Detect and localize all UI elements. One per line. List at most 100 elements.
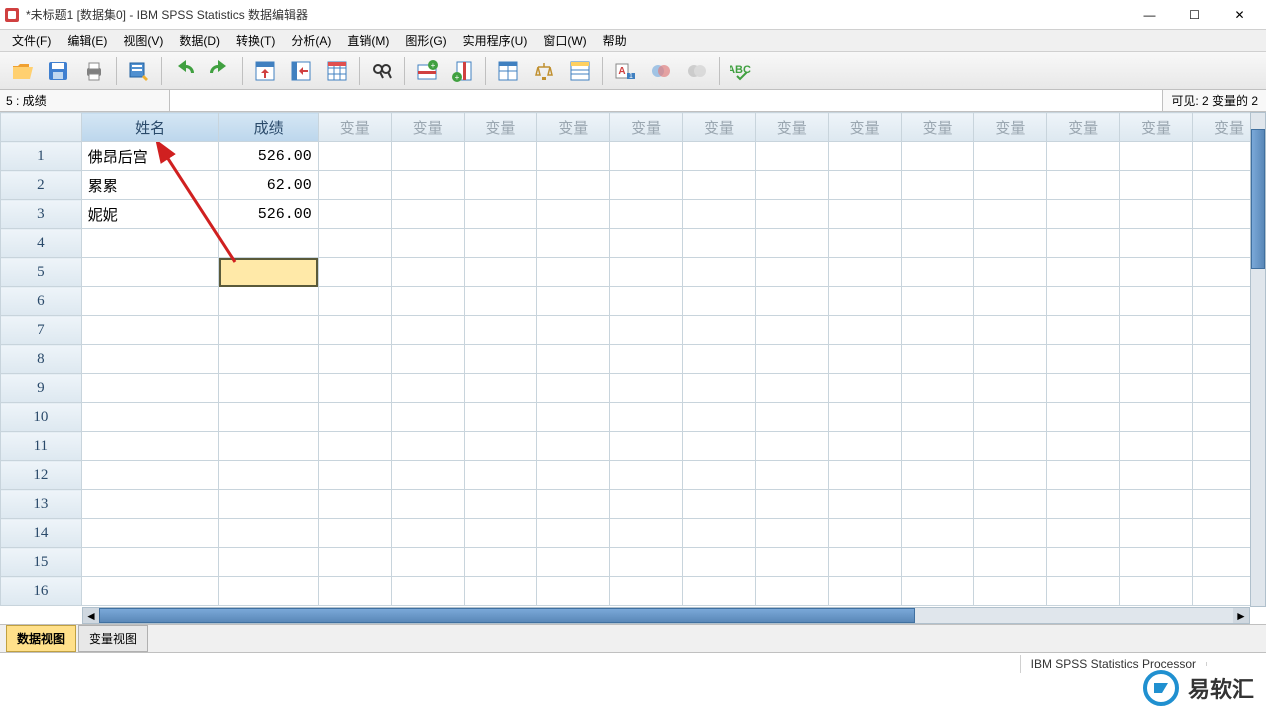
cell-empty[interactable] bbox=[610, 374, 683, 403]
cell-empty[interactable] bbox=[318, 577, 391, 606]
cell-empty[interactable] bbox=[391, 316, 464, 345]
redo-button[interactable] bbox=[204, 55, 236, 87]
cell-empty[interactable] bbox=[610, 548, 683, 577]
cell-score[interactable] bbox=[219, 229, 318, 258]
print-button[interactable] bbox=[78, 55, 110, 87]
table-row[interactable]: 10 bbox=[1, 403, 1266, 432]
cell-empty[interactable] bbox=[901, 374, 974, 403]
cell-empty[interactable] bbox=[464, 577, 537, 606]
cell-empty[interactable] bbox=[683, 258, 756, 287]
cell-score[interactable] bbox=[219, 548, 318, 577]
maximize-button[interactable]: ☐ bbox=[1172, 0, 1217, 29]
cell-score[interactable] bbox=[219, 490, 318, 519]
cell-empty[interactable] bbox=[974, 519, 1047, 548]
menu-graphs[interactable]: 图形(G) bbox=[397, 30, 454, 51]
cell-score[interactable] bbox=[219, 577, 318, 606]
cell-empty[interactable] bbox=[391, 519, 464, 548]
cell-score[interactable] bbox=[219, 432, 318, 461]
goto-case-button[interactable] bbox=[249, 55, 281, 87]
cell-name[interactable] bbox=[81, 432, 219, 461]
cell-empty[interactable] bbox=[537, 490, 610, 519]
menu-data[interactable]: 数据(D) bbox=[171, 30, 228, 51]
cell-empty[interactable] bbox=[828, 142, 901, 171]
menu-view[interactable]: 视图(V) bbox=[115, 30, 171, 51]
cell-empty[interactable] bbox=[901, 490, 974, 519]
cell-empty[interactable] bbox=[901, 577, 974, 606]
close-button[interactable]: ✕ bbox=[1217, 0, 1262, 29]
cell-empty[interactable] bbox=[318, 258, 391, 287]
cell-name[interactable] bbox=[81, 374, 219, 403]
cell-name[interactable] bbox=[81, 403, 219, 432]
cell-empty[interactable] bbox=[755, 403, 828, 432]
cell-empty[interactable] bbox=[1047, 287, 1120, 316]
column-header-var[interactable]: 变量 bbox=[464, 113, 537, 142]
cell-empty[interactable] bbox=[391, 200, 464, 229]
cell-empty[interactable] bbox=[537, 403, 610, 432]
column-header-score[interactable]: 成绩 bbox=[219, 113, 318, 142]
cell-empty[interactable] bbox=[828, 577, 901, 606]
cell-empty[interactable] bbox=[537, 258, 610, 287]
cell-name[interactable] bbox=[81, 461, 219, 490]
cell-empty[interactable] bbox=[974, 577, 1047, 606]
cell-empty[interactable] bbox=[610, 490, 683, 519]
dialog-recall-button[interactable] bbox=[123, 55, 155, 87]
insert-case-button[interactable]: + bbox=[411, 55, 443, 87]
cell-empty[interactable] bbox=[974, 374, 1047, 403]
cell-empty[interactable] bbox=[901, 403, 974, 432]
cell-empty[interactable] bbox=[318, 548, 391, 577]
scroll-thumb[interactable] bbox=[99, 608, 915, 623]
weight-cases-button[interactable] bbox=[528, 55, 560, 87]
cell-empty[interactable] bbox=[755, 548, 828, 577]
cell-score[interactable] bbox=[219, 287, 318, 316]
row-header[interactable]: 3 bbox=[1, 200, 82, 229]
cell-empty[interactable] bbox=[828, 490, 901, 519]
cell-empty[interactable] bbox=[755, 258, 828, 287]
cell-empty[interactable] bbox=[1120, 461, 1193, 490]
cell-empty[interactable] bbox=[974, 142, 1047, 171]
cell-empty[interactable] bbox=[1120, 287, 1193, 316]
cell-empty[interactable] bbox=[974, 461, 1047, 490]
insert-var-button[interactable]: + bbox=[447, 55, 479, 87]
cell-empty[interactable] bbox=[755, 577, 828, 606]
menu-window[interactable]: 窗口(W) bbox=[535, 30, 594, 51]
cell-empty[interactable] bbox=[901, 287, 974, 316]
row-header[interactable]: 2 bbox=[1, 171, 82, 200]
cell-empty[interactable] bbox=[464, 287, 537, 316]
menu-edit[interactable]: 编辑(E) bbox=[59, 30, 115, 51]
cell-name[interactable]: 佛昂后宫 bbox=[81, 142, 219, 171]
cell-empty[interactable] bbox=[610, 142, 683, 171]
cell-empty[interactable] bbox=[391, 171, 464, 200]
cell-name[interactable] bbox=[81, 519, 219, 548]
cell-score[interactable] bbox=[219, 461, 318, 490]
row-header[interactable]: 1 bbox=[1, 142, 82, 171]
value-labels-button[interactable]: A1 bbox=[609, 55, 641, 87]
cell-empty[interactable] bbox=[610, 461, 683, 490]
cell-empty[interactable] bbox=[683, 142, 756, 171]
cell-empty[interactable] bbox=[901, 548, 974, 577]
menu-direct[interactable]: 直销(M) bbox=[339, 30, 397, 51]
cell-score[interactable] bbox=[219, 258, 318, 287]
menu-file[interactable]: 文件(F) bbox=[4, 30, 59, 51]
cell-name[interactable] bbox=[81, 316, 219, 345]
column-header-var[interactable]: 变量 bbox=[755, 113, 828, 142]
column-header-var[interactable]: 变量 bbox=[391, 113, 464, 142]
table-row[interactable]: 14 bbox=[1, 519, 1266, 548]
cell-empty[interactable] bbox=[828, 171, 901, 200]
cell-name[interactable] bbox=[81, 345, 219, 374]
column-header-var[interactable]: 变量 bbox=[683, 113, 756, 142]
cell-empty[interactable] bbox=[610, 577, 683, 606]
cell-empty[interactable] bbox=[901, 229, 974, 258]
cell-empty[interactable] bbox=[610, 200, 683, 229]
row-header[interactable]: 6 bbox=[1, 287, 82, 316]
cell-empty[interactable] bbox=[683, 461, 756, 490]
cell-empty[interactable] bbox=[974, 229, 1047, 258]
cell-name[interactable]: 妮妮 bbox=[81, 200, 219, 229]
row-header[interactable]: 10 bbox=[1, 403, 82, 432]
cell-empty[interactable] bbox=[318, 490, 391, 519]
cell-empty[interactable] bbox=[537, 432, 610, 461]
tab-data-view[interactable]: 数据视图 bbox=[6, 625, 76, 652]
cell-empty[interactable] bbox=[828, 519, 901, 548]
row-header[interactable]: 4 bbox=[1, 229, 82, 258]
horizontal-scrollbar[interactable]: ◄ ► bbox=[82, 607, 1250, 624]
table-row[interactable]: 1佛昂后宫526.00 bbox=[1, 142, 1266, 171]
